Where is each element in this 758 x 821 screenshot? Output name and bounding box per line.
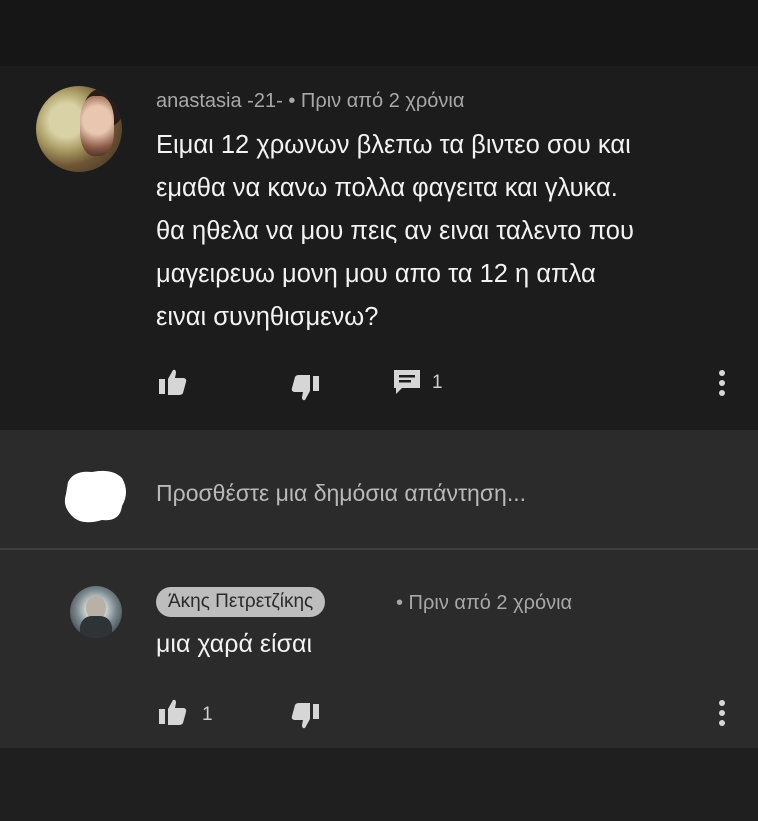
thumbs-down-icon[interactable] [290,702,320,730]
bottom-area [0,748,758,821]
comment-line: μαγειρευω μονη μου απο τα 12 η απλα [156,260,596,288]
comment-text: Ειμαι 12 χρωνων βλεπω τα βιντεο σου και … [156,124,736,339]
thumbs-down-icon[interactable] [290,374,320,402]
commenter-avatar[interactable] [36,86,122,172]
reply-text: μια χαρά είσαι [156,630,313,658]
reply-author-chip[interactable]: Άκης Πετρετζίκης [156,587,326,617]
comment-line: Ειμαι 12 χρωνων βλεπω τα βιντεο σου και [156,131,631,159]
more-vert-icon[interactable] [716,698,728,728]
reply-count: 1 [432,372,443,393]
comment-author[interactable]: anastasia -21- [156,90,283,112]
reply-like-count: 1 [202,704,213,725]
comment-time: • Πριν από 2 χρόνια [288,90,465,112]
avatar-body [80,616,112,638]
more-vert-icon[interactable] [716,368,728,398]
divider [0,548,758,550]
thumbs-up-icon[interactable] [158,368,188,396]
reply-author-avatar[interactable] [70,586,122,638]
reply-time: • Πριν από 2 χρόνια [396,592,573,614]
avatar-face [80,96,114,156]
comment-line: θα ηθελα να μου πεις αν ειναι ταλεντο πο… [156,217,634,245]
reply-input[interactable]: Προσθέστε μια δημόσια απάντηση... [156,480,526,507]
thumbs-up-icon[interactable] [158,698,188,726]
top-bar [0,0,758,66]
comment-icon[interactable] [392,368,422,396]
comment-line: εμαθα να κανω πολλα φαγειτα και γλυκα. [156,174,618,202]
comment-line: ειναι συνηθισμενω? [156,303,379,331]
user-avatar-placeholder-icon [64,470,126,523]
comment-meta: anastasia -21- • Πριν από 2 χρόνια [156,90,464,113]
